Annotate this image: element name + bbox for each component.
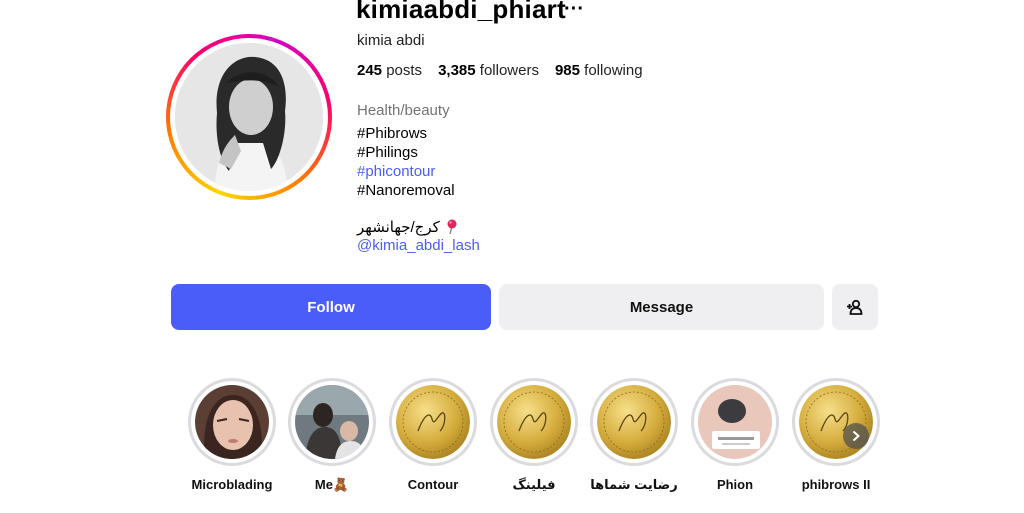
gold-coin-logo-image bbox=[497, 385, 571, 459]
highlight-ring bbox=[691, 378, 779, 466]
highlight-ring bbox=[389, 378, 477, 466]
more-options-icon[interactable]: ··· bbox=[564, 0, 584, 21]
highlight-ring bbox=[792, 378, 880, 466]
follow-button[interactable]: Follow bbox=[171, 284, 491, 330]
profile-full-name: kimia abdi bbox=[357, 32, 425, 49]
phion-device-photo-image bbox=[698, 385, 772, 459]
highlight-cover bbox=[396, 385, 470, 459]
add-user-icon bbox=[847, 299, 863, 315]
profile-username: kimiaabdi_phiart bbox=[356, 0, 566, 24]
profile-avatar-ring[interactable] bbox=[166, 34, 332, 200]
posts-stat[interactable]: 245 posts bbox=[357, 62, 422, 79]
highlight-cover bbox=[195, 385, 269, 459]
bio-hashtag[interactable]: #Phibrows bbox=[357, 124, 455, 143]
following-stat[interactable]: 985 following bbox=[555, 62, 643, 79]
bio-hashtag-link[interactable]: #phicontour bbox=[357, 162, 455, 181]
gold-coin-logo-image bbox=[597, 385, 671, 459]
avatar-border bbox=[170, 38, 328, 196]
highlight-label: Contour bbox=[407, 477, 459, 492]
highlight-item[interactable]: Contour bbox=[388, 378, 478, 492]
followers-count: 3,385 bbox=[438, 62, 476, 79]
gold-coin-logo-image bbox=[396, 385, 470, 459]
highlight-ring bbox=[288, 378, 376, 466]
highlight-label: فیلینگ bbox=[512, 477, 556, 492]
following-label: following bbox=[584, 62, 643, 79]
avatar-image bbox=[175, 43, 323, 191]
profile-link-handle[interactable]: @kimia_abdi_lash bbox=[357, 237, 480, 254]
highlight-ring bbox=[590, 378, 678, 466]
posts-count: 245 bbox=[357, 62, 383, 79]
bio-hashtag[interactable]: #Philings bbox=[357, 143, 455, 162]
following-count: 985 bbox=[554, 62, 580, 79]
avatar[interactable] bbox=[175, 43, 323, 191]
highlight-cover bbox=[497, 385, 571, 459]
highlight-label: Phion bbox=[716, 477, 754, 492]
highlight-label: Microblading bbox=[191, 477, 273, 492]
highlights-next-button[interactable] bbox=[843, 423, 869, 449]
gold-coin-logo-image bbox=[799, 385, 873, 459]
highlight-label: رضایت شماها bbox=[590, 477, 678, 492]
highlight-cover bbox=[799, 385, 873, 459]
profile-bio: #Phibrows #Philings #phicontour #Nanorem… bbox=[357, 124, 455, 200]
highlight-item[interactable]: Me🧸 bbox=[287, 378, 377, 493]
profile-category: Health/beauty bbox=[357, 102, 450, 119]
highlight-cover bbox=[698, 385, 772, 459]
pin-icon bbox=[447, 219, 457, 235]
highlight-label: Me🧸 bbox=[314, 477, 350, 492]
message-button[interactable]: Message bbox=[499, 284, 824, 330]
profile-location: کرج/جهانشهر bbox=[357, 218, 458, 236]
chevron-right-icon bbox=[853, 431, 860, 441]
highlight-item[interactable]: Phion bbox=[690, 378, 780, 492]
highlight-cover bbox=[295, 385, 369, 459]
profile-stats: 245 posts 3,385 followers 985 following bbox=[357, 62, 643, 79]
face-portrait-image bbox=[195, 385, 269, 459]
suggest-user-button[interactable] bbox=[832, 284, 878, 330]
highlight-ring bbox=[490, 378, 578, 466]
bio-hashtag[interactable]: #Nanoremoval bbox=[357, 181, 455, 200]
highlight-item[interactable]: Microblading bbox=[187, 378, 277, 492]
highlight-label: phibrows II bbox=[801, 477, 871, 492]
highlight-item[interactable]: رضایت شماها bbox=[589, 378, 679, 493]
highlight-cover bbox=[597, 385, 671, 459]
highlight-ring bbox=[188, 378, 276, 466]
followers-stat[interactable]: 3,385 followers bbox=[438, 62, 539, 79]
followers-label: followers bbox=[479, 62, 539, 79]
location-text: کرج/جهانشهر bbox=[357, 219, 440, 236]
salon-photo-image bbox=[295, 385, 369, 459]
highlight-item[interactable]: فیلینگ bbox=[489, 378, 579, 493]
posts-label: posts bbox=[386, 62, 423, 79]
